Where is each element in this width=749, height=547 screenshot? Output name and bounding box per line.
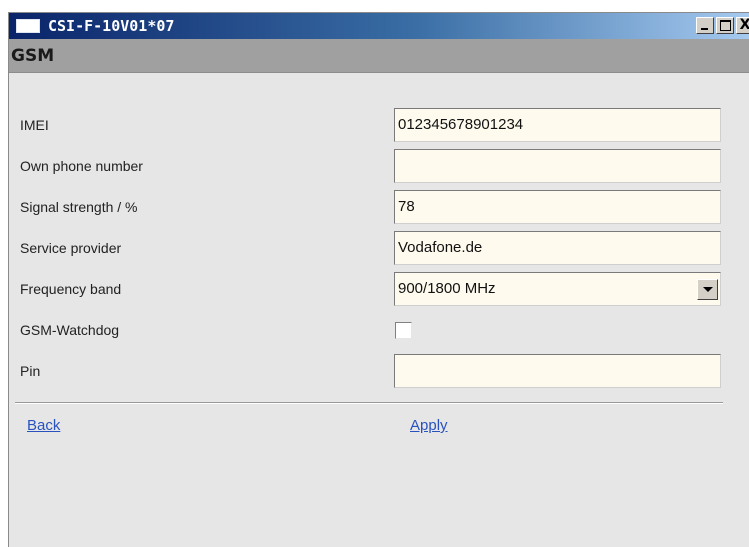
title-bar[interactable]: CSI-F-10V01*07 X: [9, 13, 749, 39]
service-provider-label: Service provider: [20, 240, 122, 256]
row-imei: IMEI 012345678901234: [9, 106, 749, 144]
gsm-watchdog-checkbox[interactable]: [395, 322, 412, 339]
app-window: CSI-F-10V01*07 X GSM IMEI 01234567890123…: [8, 12, 749, 547]
row-frequency-band: Frequency band 900/1800 MHz: [9, 270, 749, 308]
window-title: CSI-F-10V01*07: [48, 17, 175, 35]
signal-strength-label: Signal strength / %: [20, 199, 138, 215]
service-provider-field[interactable]: Vodafone.de: [394, 231, 721, 265]
signal-strength-field[interactable]: 78: [394, 190, 721, 224]
apply-link[interactable]: Apply: [410, 417, 448, 434]
maximize-button[interactable]: [716, 17, 734, 34]
pin-label: Pin: [20, 363, 41, 379]
frequency-band-value: 900/1800 MHz: [398, 280, 496, 297]
minimize-button[interactable]: [696, 17, 714, 34]
frequency-band-label: Frequency band: [20, 281, 122, 297]
close-button[interactable]: X: [736, 17, 749, 34]
row-service-provider: Service provider Vodafone.de: [9, 229, 749, 267]
app-icon: [16, 19, 40, 33]
row-pin: Pin: [9, 352, 749, 390]
imei-field[interactable]: 012345678901234: [394, 108, 721, 142]
row-signal-strength: Signal strength / % 78: [9, 188, 749, 226]
pin-field[interactable]: [394, 354, 721, 388]
divider: [15, 402, 723, 404]
window-controls: X: [696, 17, 749, 34]
back-link[interactable]: Back: [27, 417, 60, 434]
row-gsm-watchdog: GSM-Watchdog: [9, 311, 749, 349]
row-own-phone-number: Own phone number: [9, 147, 749, 185]
own-phone-number-field[interactable]: [394, 149, 721, 183]
section-title: GSM: [11, 46, 55, 66]
chevron-down-icon[interactable]: [697, 279, 718, 300]
own-phone-number-label: Own phone number: [20, 158, 143, 174]
frequency-band-select[interactable]: 900/1800 MHz: [394, 272, 721, 306]
section-header: GSM: [9, 39, 749, 73]
gsm-watchdog-label: GSM-Watchdog: [20, 322, 120, 338]
imei-label: IMEI: [20, 117, 49, 133]
